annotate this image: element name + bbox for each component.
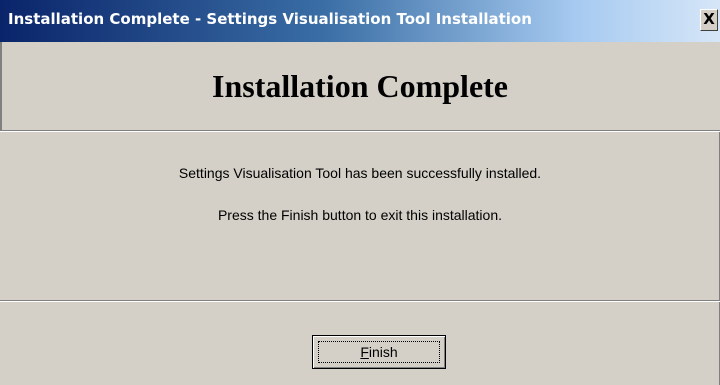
header-panel: Installation Complete [0,42,720,131]
installer-window: Installation Complete - Settings Visuali… [0,0,720,385]
finish-label-rest: inish [368,344,398,360]
instruction-message: Press the Finish button to exit this ins… [217,207,503,223]
success-message: Settings Visualisation Tool has been suc… [178,165,542,181]
divider [0,300,720,302]
close-button[interactable]: X [700,9,718,31]
close-icon: X [703,10,715,28]
finish-button-label: Finish [313,344,445,360]
page-title: Installation Complete [212,68,508,104]
message-panel: Settings Visualisation Tool has been suc… [0,131,720,299]
finish-mnemonic: F [360,344,369,360]
window-title: Installation Complete - Settings Visuali… [8,10,532,28]
finish-button[interactable]: Finish [312,335,446,369]
title-bar[interactable]: Installation Complete - Settings Visuali… [0,0,720,42]
